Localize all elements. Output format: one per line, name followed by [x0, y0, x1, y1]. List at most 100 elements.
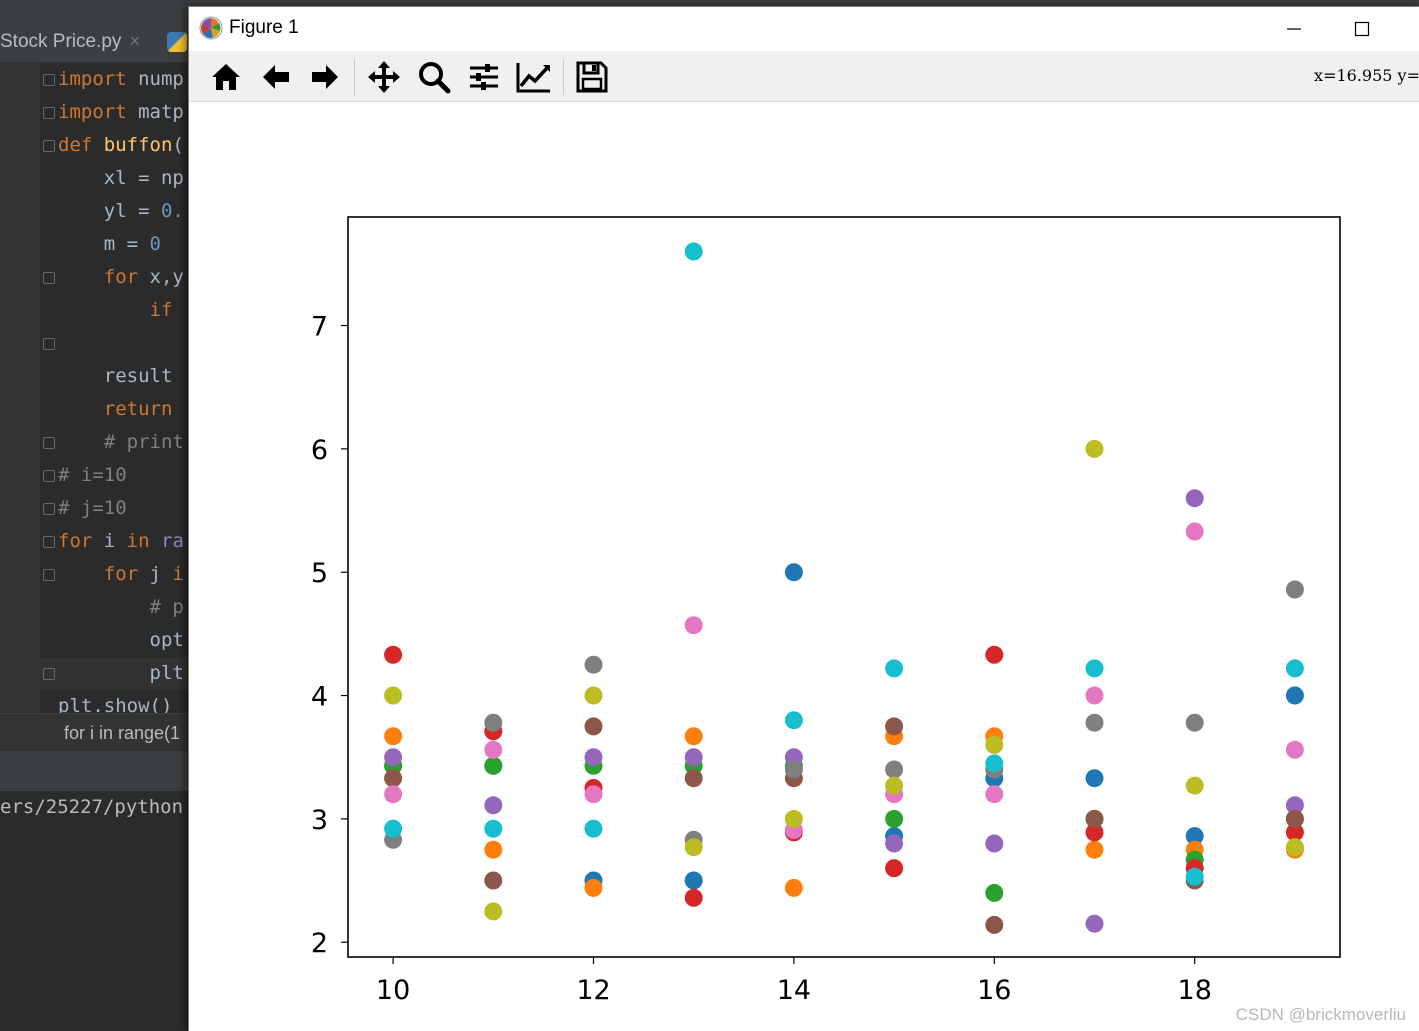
code-token: # print	[58, 431, 184, 453]
data-point	[484, 871, 503, 890]
data-point	[384, 819, 403, 838]
data-point	[684, 871, 703, 890]
data-point	[1185, 522, 1204, 541]
code-token: if	[149, 299, 173, 321]
data-point	[784, 809, 803, 828]
fold-marker-icon[interactable]	[43, 272, 55, 284]
code-token: import	[58, 68, 127, 90]
figure-canvas[interactable]: 10 12 14 16 18 2 3 4 5 6 7 CSDN @brickmoverliu	[189, 102, 1419, 1031]
x-tick-label: 18	[1178, 975, 1212, 1006]
code-line: xl = np	[58, 162, 184, 195]
code-line: if	[58, 294, 173, 327]
code-token: in	[126, 530, 150, 552]
customize-button[interactable]	[514, 59, 554, 95]
cursor-coordinates: x=16.955 y=	[1314, 66, 1419, 85]
subplots-button[interactable]	[464, 59, 504, 95]
pan-icon	[368, 61, 400, 93]
code-line: import nump	[58, 63, 184, 96]
scatter-chart[interactable]: 10 12 14 16 18 2 3 4 5 6 7	[189, 102, 1419, 1031]
code-line: # print	[58, 426, 184, 459]
x-tick-label: 10	[376, 975, 410, 1006]
breadcrumb-text: for i in range(1	[64, 723, 181, 743]
data-point	[1285, 659, 1304, 678]
y-tick-label: 6	[311, 435, 328, 466]
data-point	[584, 878, 603, 897]
fold-marker-icon[interactable]	[43, 536, 55, 548]
data-point	[484, 819, 503, 838]
data-point	[1085, 809, 1104, 828]
subplots-icon	[470, 64, 498, 90]
data-point	[484, 756, 503, 775]
code-token: i	[92, 530, 127, 552]
code-token: plt	[58, 662, 184, 684]
y-tick-label: 5	[311, 558, 328, 589]
data-point	[384, 748, 403, 767]
fold-marker-icon[interactable]	[43, 437, 55, 449]
x-tick-label: 14	[777, 975, 811, 1006]
figure-window: Figure 1 x=16.955 y= 10 12 14 16 18 2 3 …	[188, 6, 1419, 1031]
python-file-icon[interactable]	[167, 32, 187, 52]
data-point	[885, 834, 904, 853]
code-line: result	[58, 360, 173, 393]
data-point	[384, 686, 403, 705]
data-point	[985, 785, 1004, 804]
editor-tab-stock-price[interactable]: Stock Price.py ×	[0, 20, 140, 62]
back-button[interactable]	[256, 59, 296, 95]
x-tick-label: 16	[977, 975, 1011, 1006]
fold-marker-icon[interactable]	[43, 338, 55, 350]
code-line: return	[58, 393, 173, 426]
save-icon	[576, 61, 608, 93]
code-token: result	[58, 365, 173, 387]
code-token: matp	[126, 101, 184, 123]
window-titlebar[interactable]: Figure 1	[189, 7, 1419, 51]
data-point	[784, 563, 803, 582]
code-line: for j i	[58, 558, 184, 591]
data-point	[1085, 713, 1104, 732]
data-point	[985, 645, 1004, 664]
data-point	[1085, 769, 1104, 788]
maximize-button[interactable]	[1328, 7, 1396, 51]
code-token: m =	[58, 233, 150, 255]
fold-marker-icon[interactable]	[43, 668, 55, 680]
data-point	[985, 915, 1004, 934]
fold-marker-icon[interactable]	[43, 569, 55, 581]
fold-marker-icon[interactable]	[43, 74, 55, 86]
fold-marker-icon[interactable]	[43, 470, 55, 482]
code-token: # p	[58, 596, 184, 618]
data-point	[484, 740, 503, 759]
save-button[interactable]	[572, 59, 612, 95]
tab-close-icon[interactable]: ×	[129, 31, 140, 51]
breadcrumb[interactable]: for i in range(1	[0, 713, 190, 752]
data-point	[1185, 489, 1204, 508]
data-point	[1285, 686, 1304, 705]
fold-marker-icon[interactable]	[43, 503, 55, 515]
data-point	[885, 717, 904, 736]
zoom-button[interactable]	[414, 59, 454, 95]
pan-button[interactable]	[364, 59, 404, 95]
data-point	[384, 769, 403, 788]
data-point	[885, 809, 904, 828]
y-tick-label: 2	[311, 928, 328, 959]
code-token: for	[58, 530, 93, 552]
fold-marker-icon[interactable]	[43, 140, 55, 152]
data-point	[1285, 740, 1304, 759]
minimize-button[interactable]	[1260, 7, 1328, 51]
fold-marker-icon[interactable]	[43, 107, 55, 119]
data-point	[1085, 686, 1104, 705]
data-point	[384, 727, 403, 746]
code-token: xl = np	[58, 167, 184, 189]
code-token: ra	[161, 530, 184, 552]
watermark: CSDN @brickmoverliu	[1235, 1005, 1406, 1024]
window-title: Figure 1	[229, 17, 299, 38]
data-point	[1085, 840, 1104, 859]
data-point	[1185, 867, 1204, 886]
customize-icon	[516, 63, 550, 93]
data-point	[584, 717, 603, 736]
y-tick-label: 7	[311, 312, 328, 343]
forward-button[interactable]	[305, 59, 345, 95]
data-point	[484, 840, 503, 859]
code-token: for	[103, 563, 139, 585]
data-point	[985, 735, 1004, 754]
home-button[interactable]	[206, 59, 246, 95]
